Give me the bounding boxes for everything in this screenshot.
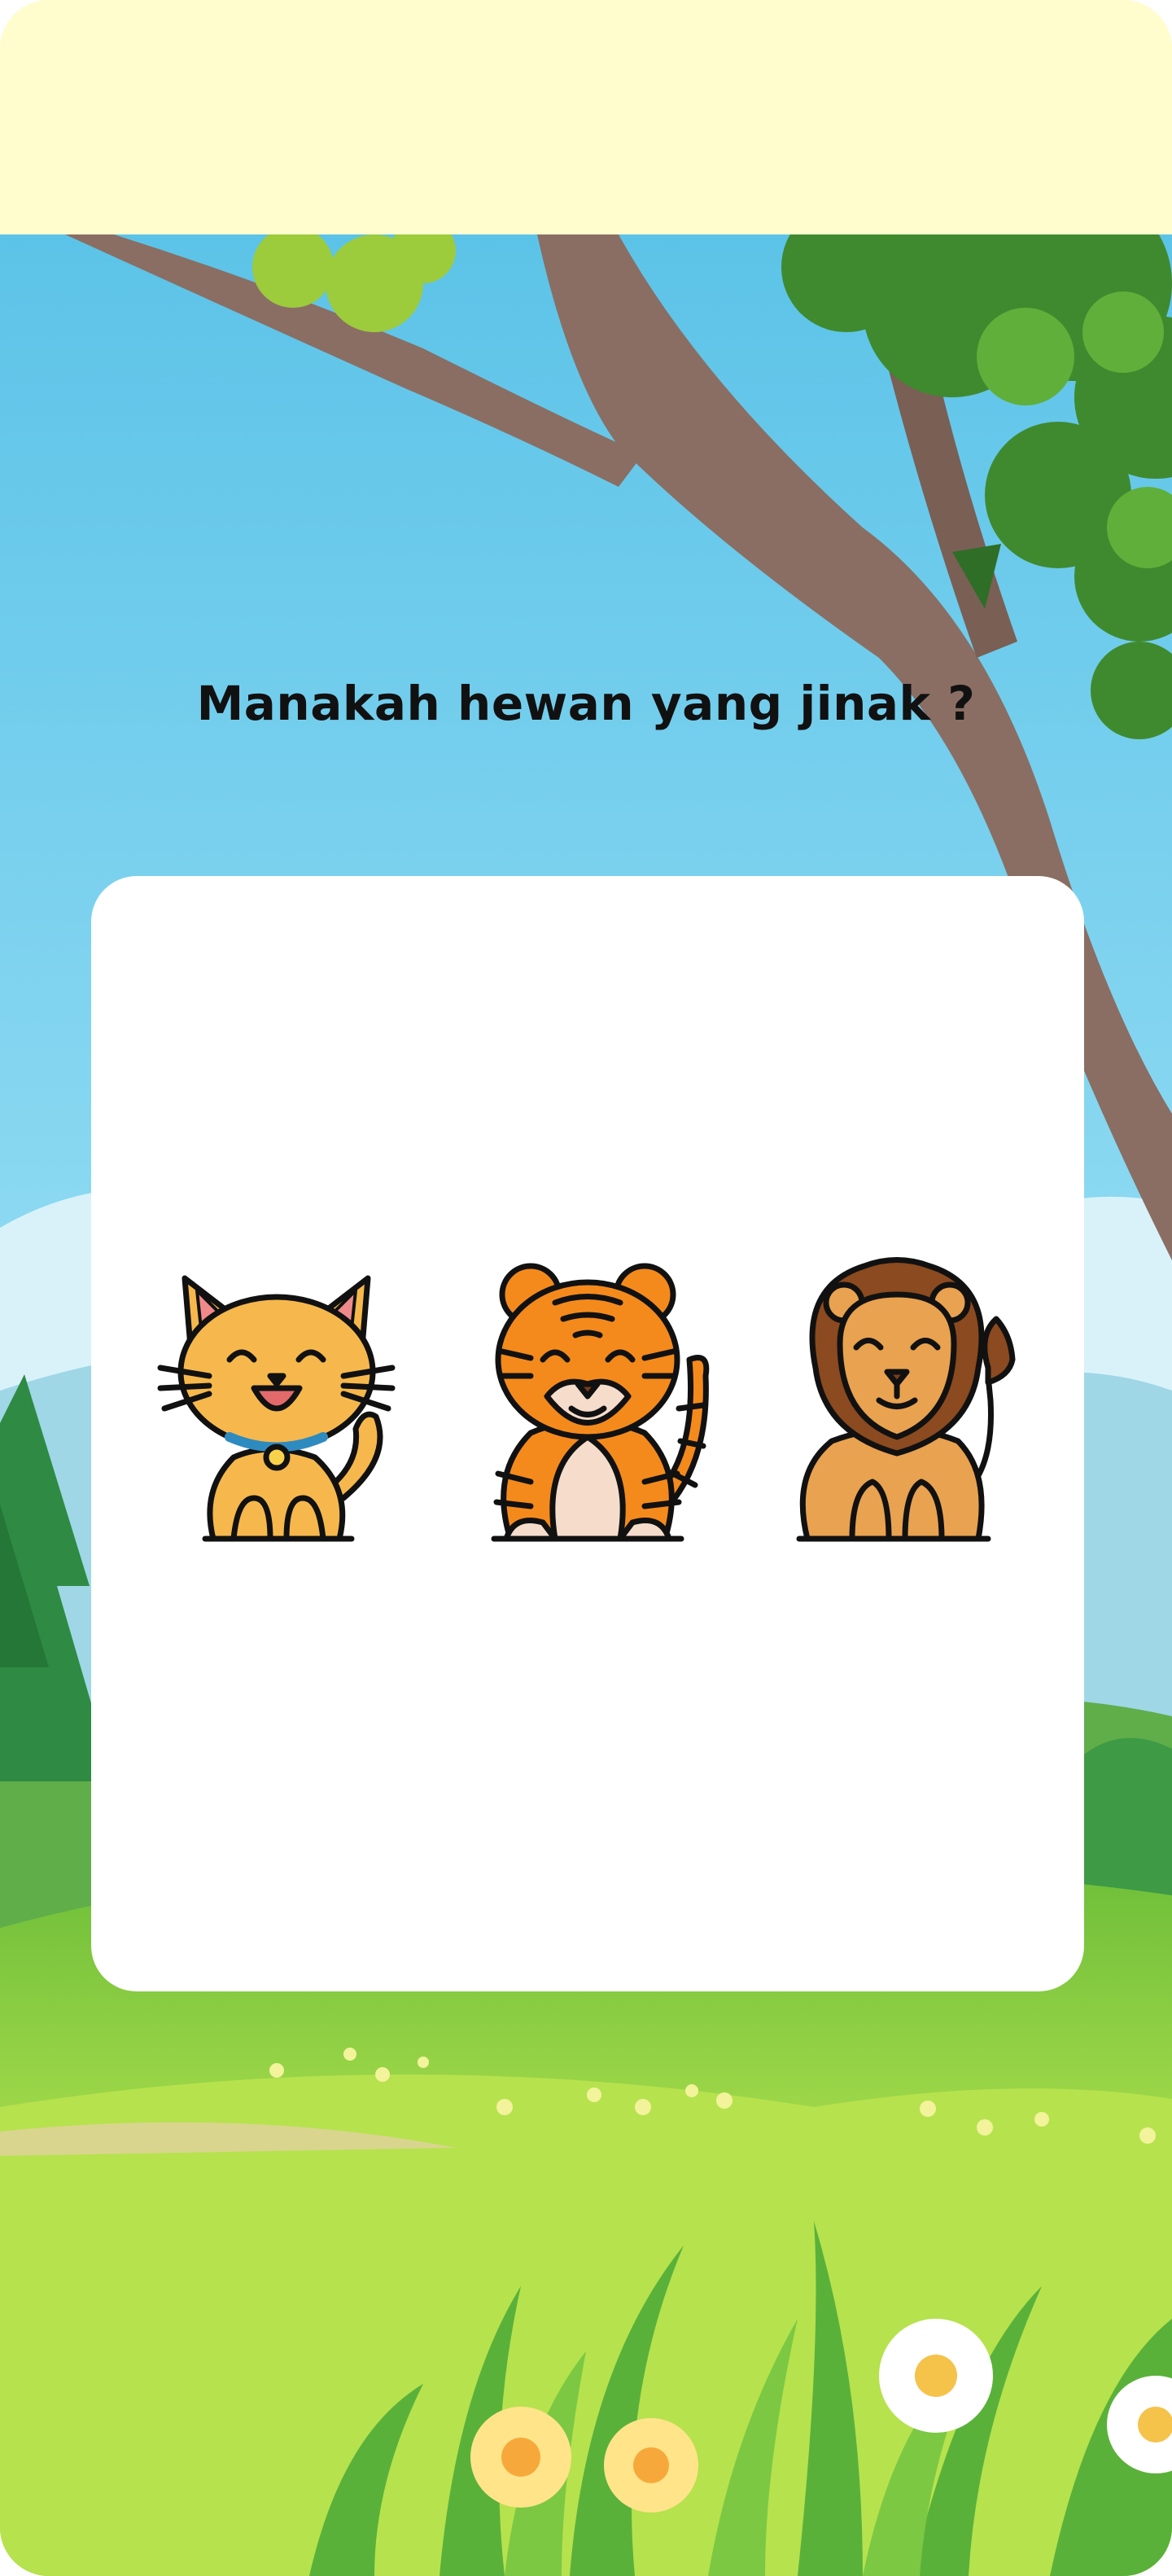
app-screen: Manakah hewan yang jinak ? <box>0 0 1172 2576</box>
option-tiger[interactable] <box>466 1254 710 1547</box>
tiger-icon <box>491 1263 710 1542</box>
option-lion[interactable] <box>775 1254 1019 1547</box>
answer-card <box>91 876 1084 1991</box>
question-text: Manakah hewan yang jinak ? <box>196 676 976 731</box>
option-cat[interactable] <box>156 1254 400 1547</box>
cat-icon <box>157 1275 396 1542</box>
lion-icon <box>796 1257 1016 1542</box>
header-bar <box>0 0 1172 234</box>
